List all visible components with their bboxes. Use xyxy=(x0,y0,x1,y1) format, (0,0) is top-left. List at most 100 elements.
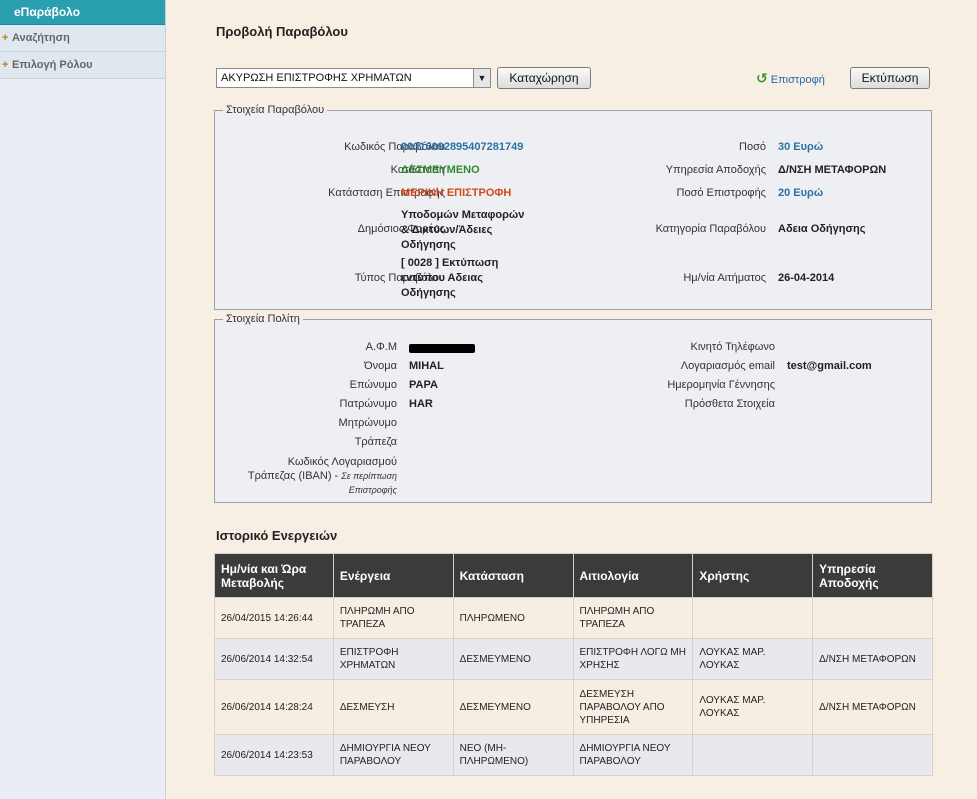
table-row: 26/06/2014 14:32:54 ΕΠΙΣΤΡΟΦΗ ΧΡΗΜΑΤΩΝ Δ… xyxy=(214,638,933,680)
citizen-legend: Στοιχεία Πολίτη xyxy=(226,313,300,325)
iban-label-text: Τράπεζας (IBAN) - xyxy=(247,470,339,482)
cell-reason: ΠΛΗΡΩΜΗ ΑΠΟ ΤΡΑΠΕΖΑ xyxy=(572,597,694,639)
submit-button[interactable]: Καταχώρηση xyxy=(497,67,591,89)
bank-label: Τράπεζα xyxy=(354,436,397,448)
cell-action: ΠΛΗΡΩΜΗ ΑΠΟ ΤΡΑΠΕΖΑ xyxy=(332,597,454,639)
cell-datetime: 26/06/2014 14:23:53 xyxy=(214,734,334,776)
refund-status-value: ΜΕΡΙΚΗ ΕΠΙΣΤΡΟΦΗ xyxy=(401,187,512,199)
col-header-user: Χρήστης xyxy=(692,553,814,598)
col-header-action: Ενέργεια xyxy=(332,553,454,598)
cell-service xyxy=(812,597,933,639)
request-date-value: 26-04-2014 xyxy=(778,272,835,284)
sidebar-item-select-role[interactable]: + Επιλογή Ρόλου xyxy=(0,52,165,79)
cell-status: ΝΕΟ (ΜΗ-ΠΛΗΡΩΜΕΝΟ) xyxy=(452,734,574,776)
cell-status: ΠΛΗΡΩΜΕΝΟ xyxy=(452,597,574,639)
mobile-label: Κινητό Τηλέφωνο xyxy=(690,341,776,353)
cell-user: ΛΟΥΚΑΣ ΜΑΡ. ΛΟΥΚΑΣ xyxy=(692,638,814,680)
cell-user xyxy=(692,734,814,776)
cell-datetime: 26/04/2015 14:26:44 xyxy=(214,597,334,639)
cell-user xyxy=(692,597,814,639)
agency-value-line: Υποδομών Μεταφορών xyxy=(401,209,525,221)
fee-type-value-line: εντύπου Αδειας xyxy=(401,272,483,284)
table-row: 26/06/2014 14:23:53 ΔΗΜΙΟΥΡΓΙΑ ΝΕΟΥ ΠΑΡΑ… xyxy=(214,734,933,776)
status-value: ΔΕΣΜΕΥΜΕΝΟ xyxy=(401,164,480,176)
print-button[interactable]: Εκτύπωση xyxy=(850,67,930,89)
action-select[interactable]: ΑΚΥΡΩΣΗ ΕΠΙΣΤΡΟΦΗΣ ΧΡΗΜΑΤΩΝ ▼ xyxy=(216,68,491,88)
back-arrow-icon: ↺ xyxy=(756,70,768,86)
plus-icon: + xyxy=(2,32,9,44)
sidebar-brand[interactable]: eΠαράβολο xyxy=(0,0,165,25)
fee-details-legend: Στοιχεία Παραβόλου xyxy=(226,104,325,116)
afm-redacted-value xyxy=(409,344,475,353)
cell-service: Δ/ΝΣΗ ΜΕΤΑΦΟΡΩΝ xyxy=(812,638,933,680)
col-header-service: Υπηρεσία Αποδοχής xyxy=(812,553,933,598)
request-date-label: Ημ/νία Αιτήματος xyxy=(683,272,766,284)
refund-amount-value: 20 Ευρώ xyxy=(778,187,824,199)
extra-info-label: Πρόσθετα Στοιχεία xyxy=(684,398,775,410)
cell-user: ΛΟΥΚΑΣ ΜΑΡ. ΛΟΥΚΑΣ xyxy=(692,679,814,735)
first-name-value: MIHAL xyxy=(409,360,444,372)
sidebar: eΠαράβολο + Αναζήτηση + Επιλογή Ρόλου xyxy=(0,0,166,799)
birth-date-label: Ημερομηνία Γέννησης xyxy=(667,379,775,391)
first-name-label: Όνομα xyxy=(364,360,397,372)
agency-value-line: & Δικτύων/Άδειες xyxy=(401,224,493,236)
cell-action: ΔΗΜΙΟΥΡΓΙΑ ΝΕΟΥ ΠΑΡΑΒΟΛΟΥ xyxy=(332,734,454,776)
fee-type-value-line: Οδήγησης xyxy=(401,287,456,299)
agency-value-line: Οδήγησης xyxy=(401,239,456,251)
iban-note: Σε περίπτωση xyxy=(341,471,397,481)
service-value: Δ/ΝΣΗ ΜΕΤΑΦΟΡΩΝ xyxy=(778,164,887,176)
cell-status: ΔΕΣΜΕΥΜΕΝΟ xyxy=(452,679,574,735)
cell-reason: ΔΗΜΙΟΥΡΓΙΑ ΝΕΟΥ ΠΑΡΑΒΟΛΟΥ xyxy=(572,734,694,776)
cell-reason: ΔΕΣΜΕΥΣΗ ΠΑΡΑΒΟΛΟΥ ΑΠΟ ΥΠΗΡΕΣΙΑ xyxy=(572,679,694,735)
email-value: test@gmail.com xyxy=(787,360,872,372)
action-select-value: ΑΚΥΡΩΣΗ ΕΠΙΣΤΡΟΦΗΣ ΧΡΗΜΑΤΩΝ xyxy=(221,72,412,84)
fee-code-value: 00316092895407281749 xyxy=(401,141,524,153)
iban-note: Επιστροφής xyxy=(348,485,397,495)
category-label: Κατηγορία Παραβόλου xyxy=(655,223,766,235)
cell-reason: ΕΠΙΣΤΡΟΦΗ ΛΟΓΩ ΜΗ ΧΡΗΣΗΣ xyxy=(572,638,694,680)
fee-type-value-line: [ 0028 ] Εκτύπωση xyxy=(401,257,499,269)
page-title: Προβολή Παραβόλου xyxy=(216,24,348,39)
citizen-panel: Στοιχεία Πολίτη Α.Φ.Μ Όνομα MIHAL Επώνυμ… xyxy=(214,313,932,503)
col-header-reason: Αιτιολογία xyxy=(572,553,694,598)
cell-status: ΔΕΣΜΕΥΜΕΝΟ xyxy=(452,638,574,680)
col-header-datetime: Ημ/νία και Ώρα Μεταβολής xyxy=(214,553,334,598)
category-value: Αδεια Οδήγησης xyxy=(778,223,866,235)
chevron-down-icon[interactable]: ▼ xyxy=(473,69,490,87)
history-title: Ιστορικό Ενεργειών xyxy=(216,528,338,543)
sidebar-item-label: Αναζήτηση xyxy=(12,32,70,44)
back-link-label: Επιστροφή xyxy=(770,74,825,86)
mother-name-label: Μητρώνυμο xyxy=(338,417,397,429)
fee-type-value: [ 0028 ] Εκτύπωση εντύπου Αδειας Οδήγηση… xyxy=(401,256,498,301)
email-label: Λογαριασμός email xyxy=(680,360,775,372)
cell-action: ΔΕΣΜΕΥΣΗ xyxy=(332,679,454,735)
iban-label-line: Κωδικός Λογαριασμού xyxy=(287,456,397,468)
iban-label: Κωδικός Λογαριασμού Τράπεζας (IBAN) - Σε… xyxy=(248,455,397,497)
afm-label: Α.Φ.Μ xyxy=(365,341,397,353)
history-table: Ημ/νία και Ώρα Μεταβολής Ενέργεια Κατάστ… xyxy=(214,553,933,776)
last-name-value: PAPA xyxy=(409,379,438,391)
cell-datetime: 26/06/2014 14:32:54 xyxy=(214,638,334,680)
main-content: Προβολή Παραβόλου ΑΚΥΡΩΣΗ ΕΠΙΣΤΡΟΦΗΣ ΧΡΗ… xyxy=(166,0,977,799)
amount-value: 30 Ευρώ xyxy=(778,141,824,153)
plus-icon: + xyxy=(2,59,9,71)
fee-details-panel: Στοιχεία Παραβόλου Κωδικός Παραβόλου 003… xyxy=(214,104,932,310)
father-name-label: Πατρώνυμο xyxy=(339,398,397,410)
table-row: 26/04/2015 14:26:44 ΠΛΗΡΩΜΗ ΑΠΟ ΤΡΑΠΕΖΑ … xyxy=(214,597,933,639)
service-label: Υπηρεσία Αποδοχής xyxy=(665,164,766,176)
father-name-value: HAR xyxy=(409,398,433,410)
cell-service: Δ/ΝΣΗ ΜΕΤΑΦΟΡΩΝ xyxy=(812,679,933,735)
iban-label-line: Τράπεζας (IBAN) - Σε περίπτωση xyxy=(248,469,397,483)
amount-label: Ποσό xyxy=(739,141,766,153)
refund-amount-label: Ποσό Επιστροφής xyxy=(676,187,766,199)
cell-action: ΕΠΙΣΤΡΟΦΗ ΧΡΗΜΑΤΩΝ xyxy=(332,638,454,680)
cell-datetime: 26/06/2014 14:28:24 xyxy=(214,679,334,735)
history-header-row: Ημ/νία και Ώρα Μεταβολής Ενέργεια Κατάστ… xyxy=(214,553,933,598)
cell-service xyxy=(812,734,933,776)
sidebar-item-label: Επιλογή Ρόλου xyxy=(12,59,93,71)
back-link[interactable]: ↺ Επιστροφή xyxy=(756,70,825,87)
agency-value: Υποδομών Μεταφορών & Δικτύων/Άδειες Οδήγ… xyxy=(401,208,524,253)
sidebar-item-search[interactable]: + Αναζήτηση xyxy=(0,25,165,52)
last-name-label: Επώνυμο xyxy=(349,379,397,391)
table-row: 26/06/2014 14:28:24 ΔΕΣΜΕΥΣΗ ΔΕΣΜΕΥΜΕΝΟ … xyxy=(214,679,933,735)
